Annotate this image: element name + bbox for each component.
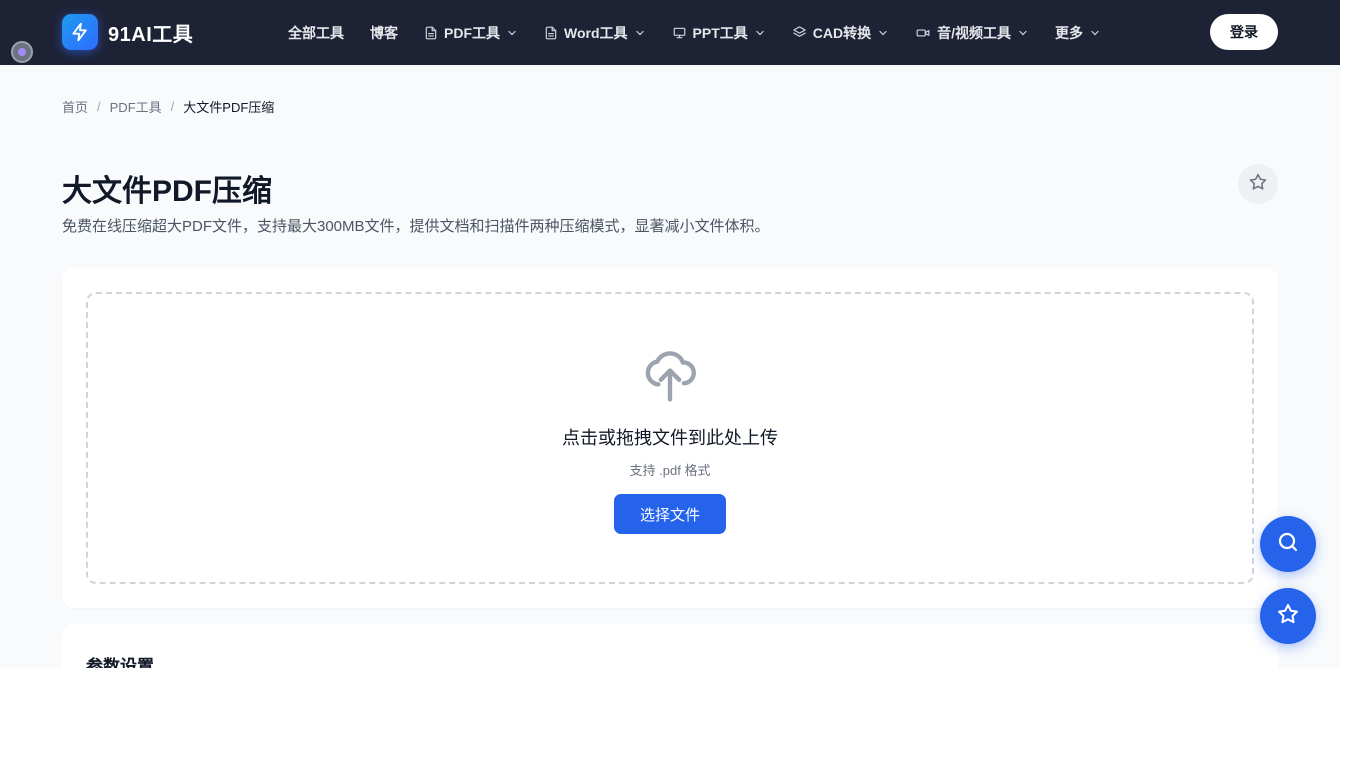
chevron-down-icon [1089, 27, 1101, 39]
page-viewport: 91AI工具 全部工具 博客 PDF工具 Word工具 PPT工具 CAD转换 … [0, 0, 1340, 668]
site-logo[interactable]: 91AI工具 [62, 14, 193, 50]
nav-item-label: PDF工具 [444, 24, 500, 41]
logo-text: 91AI工具 [108, 23, 194, 46]
lightning-icon [62, 14, 98, 50]
breadcrumb-home[interactable]: 首页 [62, 97, 88, 116]
chevron-down-icon [1017, 27, 1029, 39]
nav-item-label: 全部工具 [288, 24, 344, 41]
nav-item-more[interactable]: 更多 [1055, 23, 1101, 43]
nav-item-pdf-tools[interactable]: PDF工具 [424, 23, 518, 43]
document-icon [424, 26, 438, 40]
breadcrumb-current: 大文件PDF压缩 [183, 100, 275, 115]
chevron-down-icon [634, 27, 646, 39]
nav-item-label: CAD转换 [812, 24, 872, 41]
nav-item-ppt-tools[interactable]: PPT工具 [672, 23, 766, 43]
nav-item-av-tools[interactable]: 音/视频工具 [915, 23, 1029, 43]
breadcrumb-pdf-tools[interactable]: PDF工具 [110, 97, 162, 116]
upload-title: 点击或拖拽文件到此处上传 [562, 428, 778, 448]
star-icon [1248, 172, 1268, 197]
cloud-upload-icon [642, 344, 698, 409]
breadcrumb-separator: / [97, 99, 101, 114]
floating-favorite-button[interactable] [1260, 588, 1316, 644]
floating-search-button[interactable] [1260, 516, 1316, 572]
breadcrumb-separator: / [170, 99, 175, 114]
nav-item-label: 更多 [1054, 24, 1083, 41]
upload-dropzone[interactable]: 点击或拖拽文件到此处上传 支持 .pdf 格式 选择文件 [86, 292, 1254, 584]
breadcrumb: 首页 / PDF工具 / 大文件PDF压缩 [62, 97, 274, 116]
settings-title: 参数设置 [86, 657, 154, 668]
layers-icon [792, 25, 807, 40]
nav-item-all-tools[interactable]: 全部工具 [288, 23, 344, 43]
nav-item-label: 博客 [370, 24, 398, 41]
settings-card: 参数设置 [62, 624, 1278, 668]
upload-format-hint: 支持 .pdf 格式 [629, 463, 711, 478]
presentation-icon [672, 26, 687, 40]
nav-item-word-tools[interactable]: Word工具 [544, 23, 646, 43]
main-nav: 全部工具 博客 PDF工具 Word工具 PPT工具 CAD转换 音/视频工具 … [288, 0, 1127, 65]
upload-card: 点击或拖拽文件到此处上传 支持 .pdf 格式 选择文件 [62, 268, 1278, 608]
nav-item-label: 音/视频工具 [937, 24, 1011, 41]
chevron-down-icon [506, 27, 518, 39]
document-icon [544, 26, 558, 40]
nav-item-label: Word工具 [564, 24, 628, 41]
assistant-avatar-icon[interactable] [11, 41, 33, 63]
page-description: 免费在线压缩超大PDF文件，支持最大300MB文件，提供文档和扫描件两种压缩模式… [62, 218, 770, 235]
video-icon [915, 26, 931, 40]
chevron-down-icon [754, 27, 766, 39]
favorite-button[interactable] [1238, 164, 1278, 204]
nav-item-label: PPT工具 [692, 24, 748, 41]
star-icon [1276, 602, 1300, 631]
search-icon [1276, 530, 1300, 559]
page-title: 大文件PDF压缩 [62, 175, 272, 208]
login-button[interactable]: 登录 [1210, 14, 1278, 50]
nav-item-cad-convert[interactable]: CAD转换 [792, 23, 889, 43]
top-navbar: 91AI工具 全部工具 博客 PDF工具 Word工具 PPT工具 CAD转换 … [0, 0, 1340, 65]
nav-item-blog[interactable]: 博客 [370, 23, 398, 43]
chevron-down-icon [877, 27, 889, 39]
choose-file-button[interactable]: 选择文件 [614, 494, 726, 534]
